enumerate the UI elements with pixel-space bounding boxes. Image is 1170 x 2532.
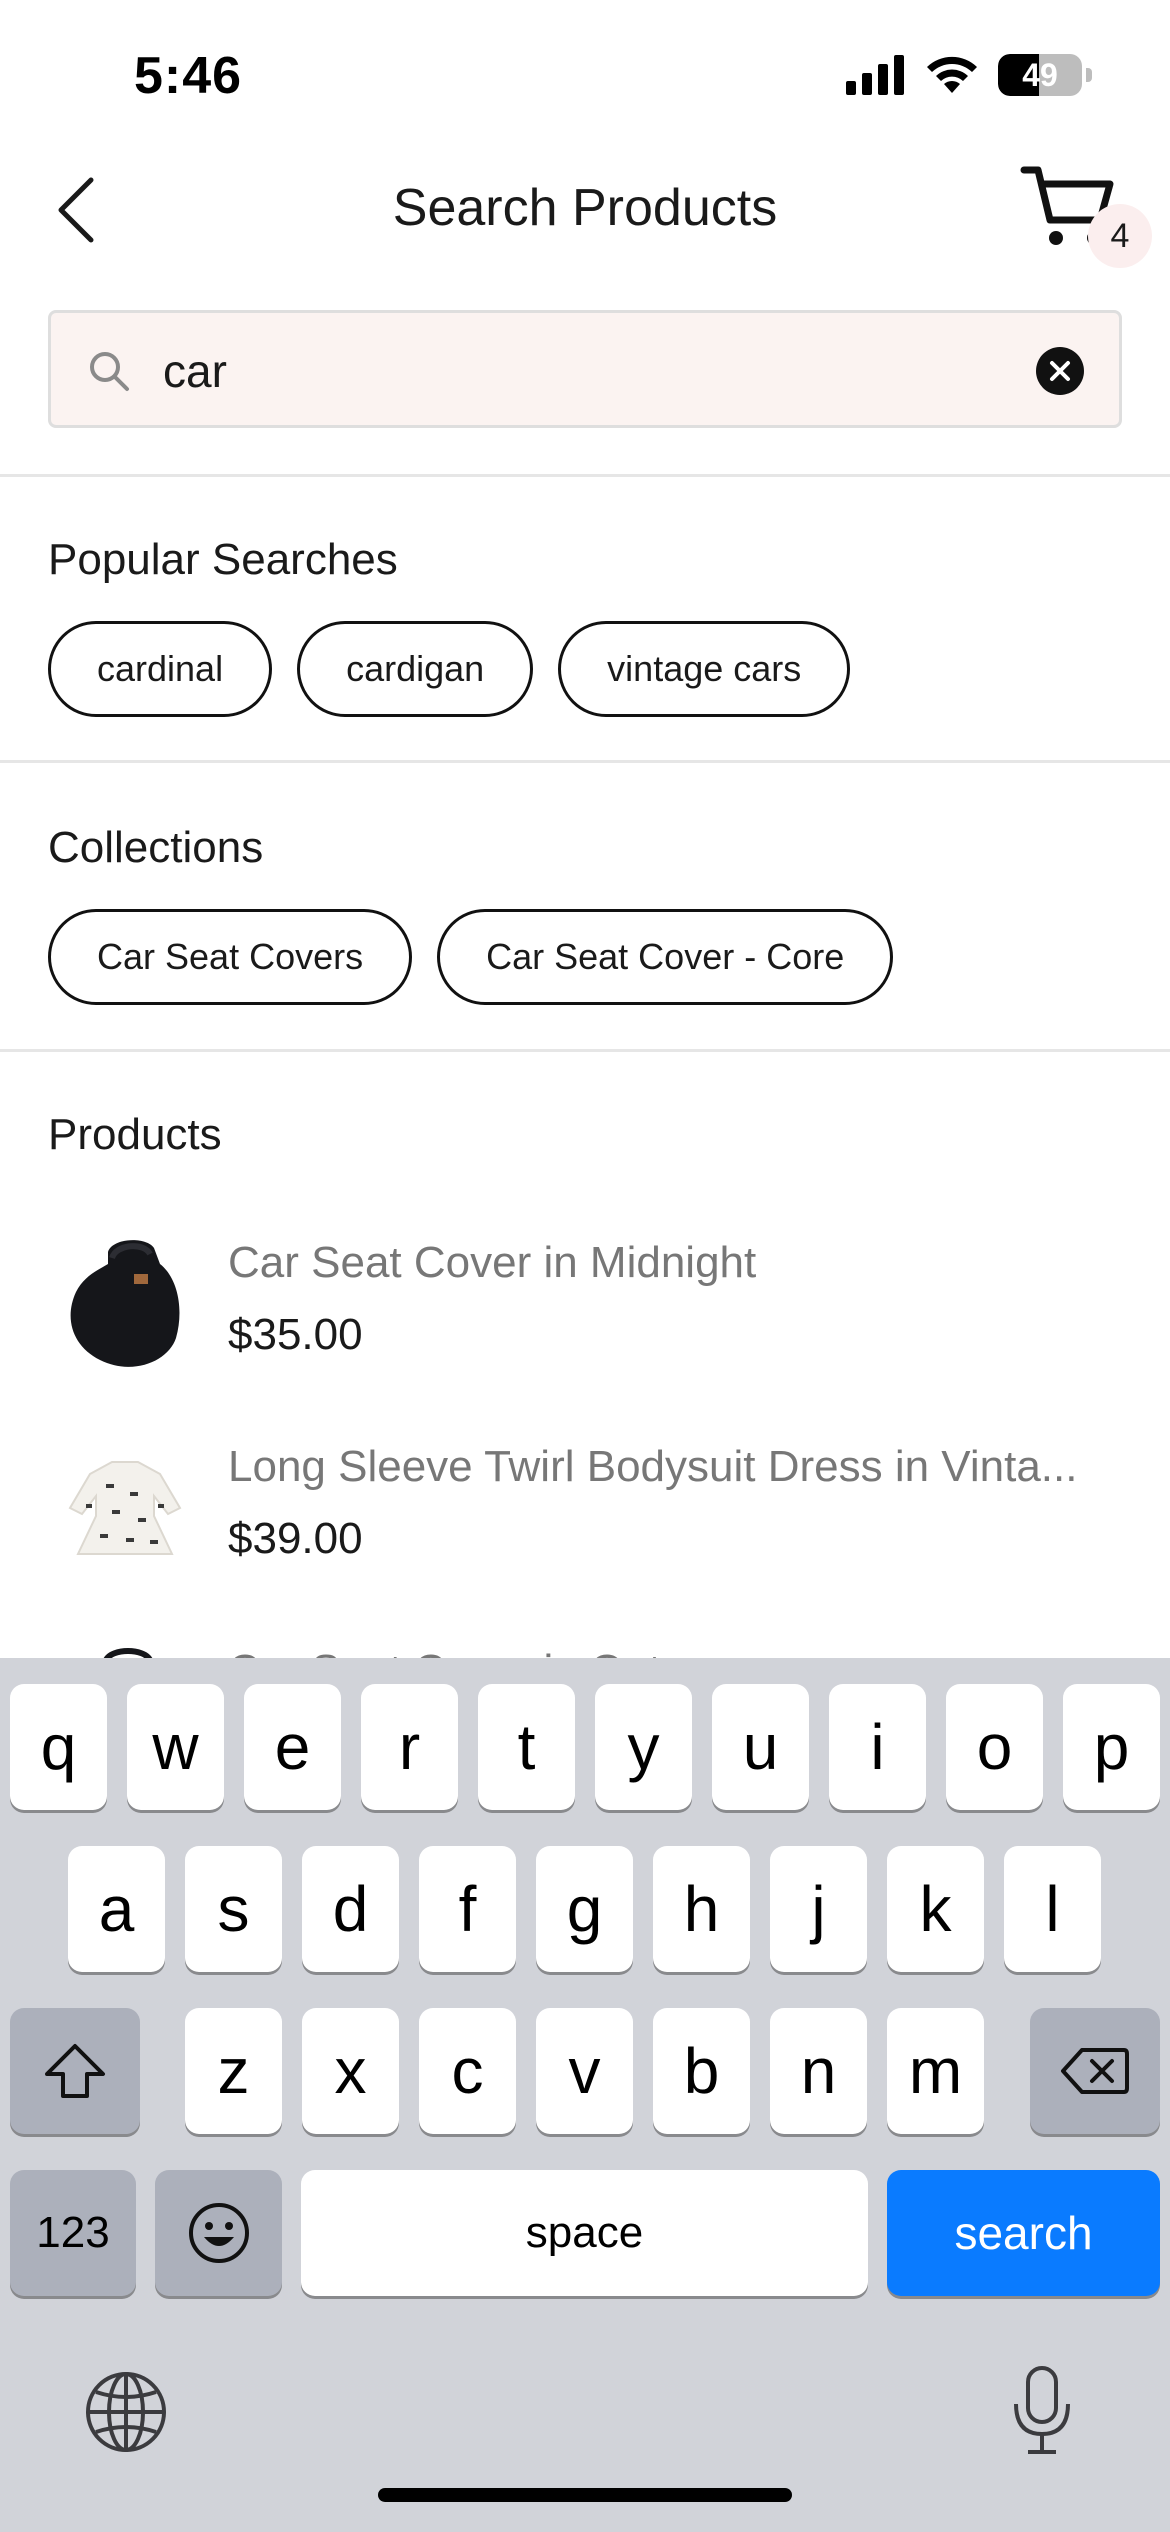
status-icons: 49 xyxy=(846,54,1092,96)
wifi-icon xyxy=(927,56,977,93)
divider xyxy=(0,1049,1170,1052)
status-time: 5:46 xyxy=(134,47,243,105)
nav-bar: Search Products 4 xyxy=(0,150,1170,268)
battery-tip xyxy=(1086,68,1092,82)
signal-icon xyxy=(846,55,904,95)
emoji-key[interactable] xyxy=(155,2170,282,2296)
dictation-key[interactable] xyxy=(1010,2364,1074,2456)
product-price: $35.00 xyxy=(228,1310,363,1359)
key-y[interactable]: y xyxy=(595,1684,692,1810)
popular-searches-chips: cardinal cardigan vintage cars xyxy=(48,621,851,717)
product-thumbnail xyxy=(68,1461,182,1555)
product-name: Car Seat Cover in Midnight xyxy=(228,1238,757,1287)
key-p[interactable]: p xyxy=(1063,1684,1160,1810)
key-w[interactable]: w xyxy=(127,1684,224,1810)
home-indicator xyxy=(378,2488,792,2502)
key-u[interactable]: u xyxy=(712,1684,809,1810)
products-title: Products xyxy=(48,1110,222,1159)
battery-icon: 49 xyxy=(998,54,1082,96)
key-f[interactable]: f xyxy=(419,1846,516,1972)
key-b[interactable]: b xyxy=(653,2008,750,2134)
key-l[interactable]: l xyxy=(1004,1846,1101,1972)
popular-search-chip[interactable]: cardinal xyxy=(48,621,273,717)
product-price: $39.00 xyxy=(228,1514,363,1563)
key-a[interactable]: a xyxy=(68,1846,165,1972)
collections-chips: Car Seat Covers Car Seat Cover - Core xyxy=(48,909,894,1005)
popular-search-chip[interactable]: cardigan xyxy=(297,621,534,717)
collection-chip[interactable]: Car Seat Covers xyxy=(48,909,413,1005)
key-q[interactable]: q xyxy=(10,1684,107,1810)
key-j[interactable]: j xyxy=(770,1846,867,1972)
popular-searches-title: Popular Searches xyxy=(48,535,398,584)
key-o[interactable]: o xyxy=(946,1684,1043,1810)
microphone-icon xyxy=(1014,2366,1070,2454)
product-thumbnail xyxy=(103,1648,153,1658)
product-name: Car Seat Cover in Oat xyxy=(228,1646,1108,1658)
page-title: Search Products xyxy=(392,179,778,237)
key-v[interactable]: v xyxy=(536,2008,633,2134)
shift-key[interactable] xyxy=(10,2008,140,2134)
search-box[interactable] xyxy=(48,310,1122,428)
backspace-key[interactable] xyxy=(1030,2008,1160,2134)
product-row[interactable]: Car Seat Cover in Oat xyxy=(0,1628,1170,1658)
globe-key[interactable] xyxy=(84,2370,168,2454)
key-r[interactable]: r xyxy=(361,1684,458,1810)
collections-title: Collections xyxy=(48,823,264,872)
numbers-key[interactable]: 123 xyxy=(10,2170,136,2296)
key-d[interactable]: d xyxy=(302,1846,399,1972)
key-s[interactable]: s xyxy=(185,1846,282,1972)
divider xyxy=(0,760,1170,763)
emoji-icon xyxy=(188,2203,249,2263)
key-x[interactable]: x xyxy=(302,2008,399,2134)
product-row[interactable]: Long Sleeve Twirl Bodysuit Dress in Vint… xyxy=(0,1424,1170,1604)
backspace-icon xyxy=(1061,2048,1129,2094)
status-bar: 5:46 49 xyxy=(0,0,1170,150)
search-icon xyxy=(90,352,129,391)
space-key[interactable]: space xyxy=(301,2170,868,2296)
divider xyxy=(0,474,1170,477)
key-c[interactable]: c xyxy=(419,2008,516,2134)
cart-count-badge: 4 xyxy=(1088,204,1152,268)
product-name: Long Sleeve Twirl Bodysuit Dress in Vint… xyxy=(228,1442,1078,1491)
key-t[interactable]: t xyxy=(478,1684,575,1810)
search-key[interactable]: search xyxy=(887,2170,1160,2296)
key-i[interactable]: i xyxy=(829,1684,926,1810)
key-h[interactable]: h xyxy=(653,1846,750,1972)
product-row[interactable]: Car Seat Cover in Midnight $35.00 xyxy=(0,1220,1170,1400)
key-z[interactable]: z xyxy=(185,2008,282,2134)
key-m[interactable]: m xyxy=(887,2008,984,2134)
shift-icon xyxy=(45,2044,105,2098)
collection-chip[interactable]: Car Seat Cover - Core xyxy=(437,909,894,1005)
key-k[interactable]: k xyxy=(887,1846,984,1972)
close-icon xyxy=(1050,361,1070,381)
globe-icon xyxy=(86,2372,166,2452)
search-input[interactable] xyxy=(163,337,1043,405)
battery-level: 49 xyxy=(1022,56,1058,93)
key-g[interactable]: g xyxy=(536,1846,633,1972)
clear-search-button[interactable] xyxy=(1036,347,1084,395)
key-n[interactable]: n xyxy=(770,2008,867,2134)
key-e[interactable]: e xyxy=(244,1684,341,1810)
product-thumbnail xyxy=(70,1240,180,1367)
popular-search-chip[interactable]: vintage cars xyxy=(558,621,851,717)
